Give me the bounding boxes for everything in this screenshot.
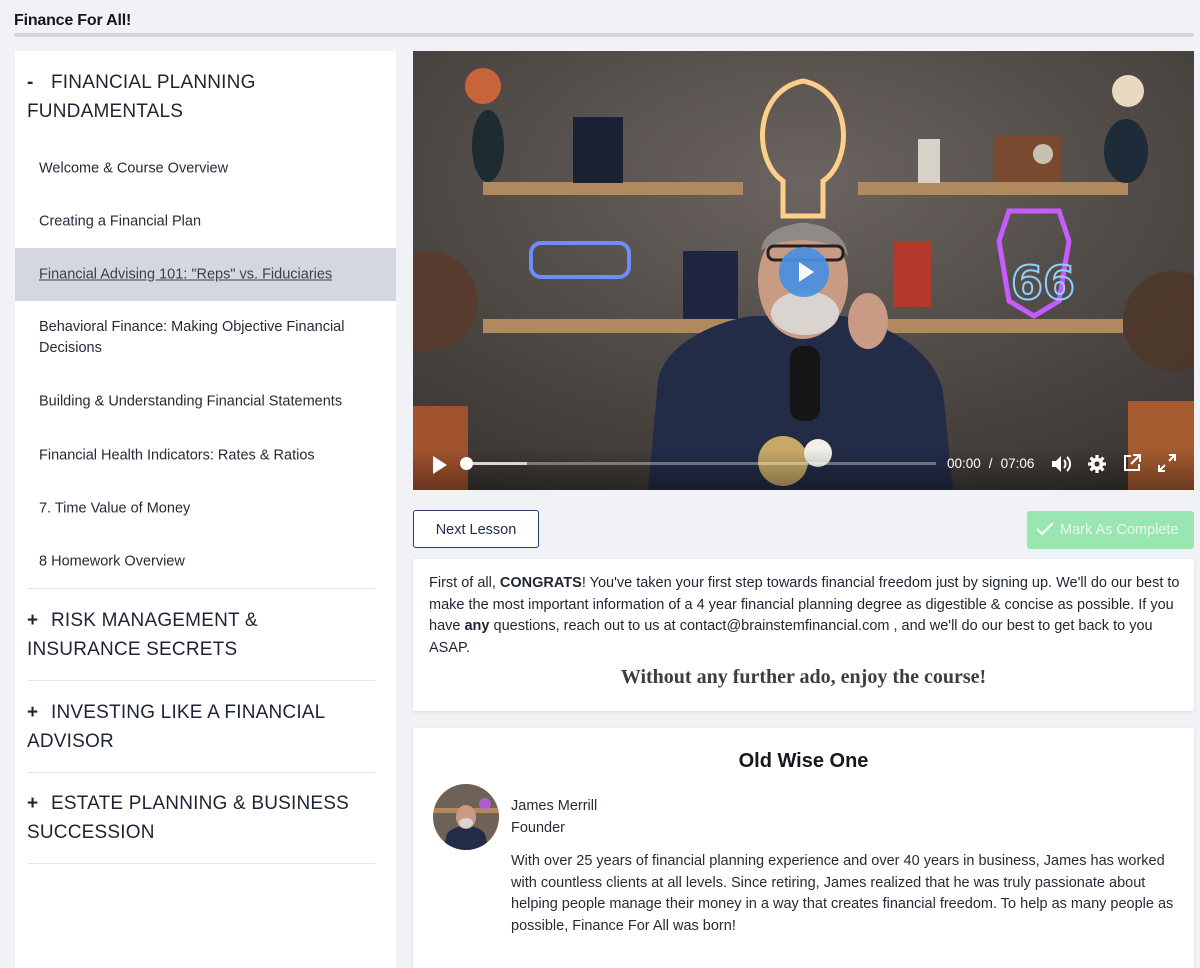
lesson-item[interactable]: Creating a Financial Plan [15, 195, 396, 248]
lesson-label: Financial Health Indicators: Rates & Rat… [39, 447, 315, 463]
collapse-icon: - [27, 72, 34, 93]
popout-icon[interactable] [1123, 454, 1141, 472]
time-display: 00:00 / 07:06 [947, 456, 1034, 471]
instructor-bio: With over 25 years of financial planning… [511, 853, 1174, 934]
intro-tagline: Without any further ado, enjoy the cours… [620, 666, 987, 688]
section-divider [27, 588, 375, 589]
fullscreen-icon[interactable] [1158, 454, 1176, 472]
top-divider [14, 33, 1194, 37]
mark-complete-button[interactable]: Mark As Complete [1027, 511, 1194, 549]
top-bar: Finance For All! [0, 0, 1200, 38]
center-play-button[interactable] [779, 247, 829, 297]
lesson-item[interactable]: 7. Time Value of Money [15, 482, 396, 535]
buffered-bar [466, 462, 527, 465]
section-financial-planning-fundamentals[interactable]: - FINANCIAL PLANNING FUNDAMENTALS [27, 68, 367, 126]
intro-card: First of all, CONGRATS! You've taken you… [413, 559, 1194, 711]
lesson-item[interactable]: Financial Health Indicators: Rates & Rat… [15, 429, 396, 482]
expand-icon: + [27, 793, 39, 814]
lesson-label: Building & Understanding Financial State… [39, 393, 343, 409]
course-sidebar: - FINANCIAL PLANNING FUNDAMENTALS Welcome… [15, 51, 396, 968]
duration: 07:06 [1000, 456, 1035, 471]
intro-any: any [464, 618, 490, 634]
lesson-item-active[interactable]: Financial Advising 101: "Reps" vs. Fiduc… [15, 248, 396, 301]
section-divider [27, 863, 375, 864]
section-investing[interactable]: + INVESTING LIKE A FINANCIAL ADVISOR [27, 698, 367, 756]
expand-icon: + [27, 610, 39, 631]
avatar-image [433, 784, 499, 850]
section-title: RISK MANAGEMENT & INSURANCE SECRETS [27, 610, 258, 660]
avatar [433, 784, 499, 850]
section-risk-management[interactable]: + RISK MANAGEMENT & INSURANCE SECRETS [27, 606, 367, 664]
play-icon[interactable] [431, 455, 449, 475]
instructor-name: James Merrill [511, 798, 598, 814]
section-estate-planning[interactable]: + ESTATE PLANNING & BUSINESS SUCCESSION [27, 789, 367, 847]
mark-complete-label: Mark As Complete [1060, 522, 1179, 538]
volume-icon[interactable] [1051, 454, 1073, 474]
lesson-item[interactable]: Behavioral Finance: Making Objective Fin… [15, 301, 396, 375]
progress-handle[interactable] [460, 457, 473, 470]
intro-congrats: CONGRATS [499, 575, 582, 591]
section-divider [27, 772, 375, 773]
section-divider [27, 680, 375, 681]
video-player[interactable]: 66 00:00 / 07:06 [413, 51, 1194, 490]
intro-text-end: questions, reach out to us at contact@br… [429, 618, 1153, 656]
time-separator: / [988, 456, 993, 471]
lesson-label: 7. Time Value of Money [39, 500, 191, 516]
expand-icon: + [27, 702, 39, 723]
lesson-label: 8 Homework Overview [39, 553, 185, 569]
lesson-item[interactable]: Building & Understanding Financial State… [15, 375, 396, 428]
intro-text-start: First of all, [429, 575, 500, 591]
current-time: 00:00 [947, 456, 981, 471]
progress-track[interactable] [466, 462, 936, 465]
video-controls: 00:00 / 07:06 [413, 449, 1194, 490]
settings-gear-icon[interactable] [1087, 454, 1107, 474]
lesson-label: Behavioral Finance: Making Objective Fin… [39, 319, 345, 356]
svg-text:66: 66 [1011, 256, 1075, 310]
lesson-label: Welcome & Course Overview [39, 160, 229, 176]
next-lesson-button[interactable]: Next Lesson [413, 510, 539, 548]
lesson-item[interactable]: 8 Homework Overview [15, 535, 396, 588]
instructor-role: Founder [511, 820, 566, 836]
instructor-card: Old Wise One James Merrill Founder With … [413, 728, 1194, 968]
checkmark-icon [1036, 522, 1054, 536]
lesson-item[interactable]: Welcome & Course Overview [15, 142, 396, 195]
instructor-card-title: Old Wise One [738, 750, 869, 772]
section-title: ESTATE PLANNING & BUSINESS SUCCESSION [27, 793, 350, 843]
intro-paragraph: First of all, CONGRATS! You've taken you… [429, 573, 1180, 659]
app-title: Finance For All! [14, 12, 132, 29]
section-title: INVESTING LIKE A FINANCIAL ADVISOR [27, 702, 325, 752]
lesson-label: Creating a Financial Plan [39, 213, 202, 229]
lesson-label: Financial Advising 101: "Reps" vs. Fiduc… [39, 266, 333, 282]
section-title: FINANCIAL PLANNING FUNDAMENTALS [27, 72, 256, 122]
